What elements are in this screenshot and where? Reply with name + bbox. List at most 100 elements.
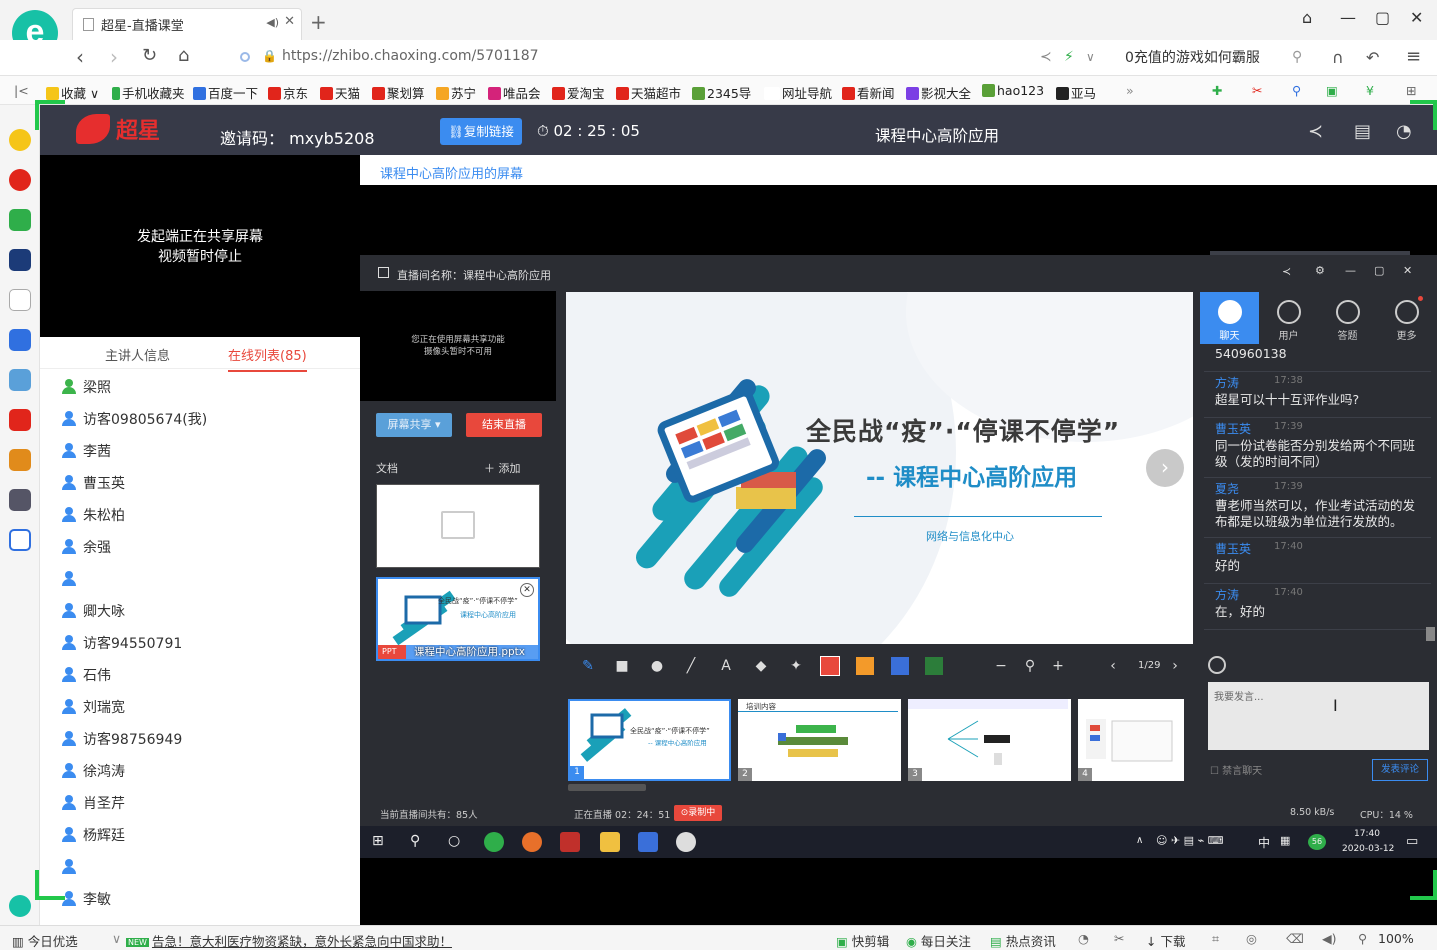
bookmark-item[interactable]: 亚马 xyxy=(1056,83,1096,102)
search-icon[interactable]: ⚲ xyxy=(410,833,420,849)
bookmark-item[interactable]: 爱淘宝 xyxy=(552,83,605,102)
news-ticker[interactable]: NEW 告急！意大利医疗物资紧缺，意外长紧急向中国求助！ xyxy=(126,931,452,950)
forward-button[interactable]: › xyxy=(110,45,118,69)
game2-icon[interactable] xyxy=(9,449,31,471)
browser-mode-icon[interactable]: ◎ xyxy=(1246,931,1257,946)
blank-whiteboard-doc[interactable] xyxy=(376,484,540,568)
file-icon[interactable]: ▤ xyxy=(1354,121,1371,142)
chevron-down-icon[interactable]: ∨ xyxy=(112,931,121,946)
minimize-icon[interactable]: — xyxy=(1345,264,1356,277)
firefox-icon[interactable] xyxy=(522,832,542,852)
skin-icon[interactable]: ⌂ xyxy=(1302,8,1312,27)
folder-icon[interactable] xyxy=(600,832,620,852)
gear-icon[interactable]: ⚙ xyxy=(1315,264,1325,277)
close-tab-icon[interactable]: ✕ xyxy=(284,14,295,29)
screenshot-icon[interactable]: ⌗ xyxy=(1212,931,1219,947)
app2-icon[interactable] xyxy=(676,832,696,852)
back-button[interactable]: ‹ xyxy=(76,45,84,69)
weibo-icon[interactable] xyxy=(9,169,31,191)
bookmark-item[interactable]: hao123 xyxy=(982,83,1044,98)
tab-answer[interactable]: 答题 xyxy=(1318,292,1377,344)
browser-tab[interactable]: 超星-直播课堂 ◀) ✕ xyxy=(72,8,302,40)
mute-chat-checkbox[interactable]: ☐ 禁言聊天 xyxy=(1210,762,1262,777)
bookmark-item[interactable]: 苏宁 xyxy=(436,83,476,102)
mail-icon[interactable] xyxy=(9,209,31,231)
bookmark-item[interactable]: 唯品会 xyxy=(488,83,541,102)
bookmark-item[interactable]: 百度一下 xyxy=(193,83,258,102)
tab-online-list[interactable]: 在线列表(85) xyxy=(228,345,307,372)
end-live-button[interactable]: 结束直播 xyxy=(466,413,542,437)
refresh-button[interactable]: ↻ xyxy=(142,45,157,66)
tray-expand-icon[interactable]: ∧ xyxy=(1136,835,1143,846)
download-link[interactable]: ↓ 下载 xyxy=(1146,931,1185,950)
close-icon[interactable]: ✕ xyxy=(1403,264,1412,277)
add-app-icon[interactable] xyxy=(9,895,31,917)
tab-chat[interactable]: 聊天 xyxy=(1200,292,1259,344)
close-icon[interactable]: ✕ xyxy=(520,583,534,597)
yuan-icon[interactable]: ¥ xyxy=(1366,83,1374,98)
clean-icon[interactable]: ⌫ xyxy=(1286,931,1304,946)
zoom-out-icon[interactable]: − xyxy=(993,658,1009,674)
search-ext-icon[interactable]: ⚲ xyxy=(1292,83,1301,98)
prev-page-icon[interactable]: ‹ xyxy=(1105,658,1121,674)
next-slide-button[interactable]: › xyxy=(1146,449,1184,487)
speed-icon[interactable]: ◔ xyxy=(1078,931,1089,946)
chat-input[interactable]: 我要发言... xyxy=(1208,682,1429,750)
bookmark-item[interactable]: 2345导 xyxy=(692,83,751,102)
bookmark-item[interactable]: 网址导航 xyxy=(764,83,832,102)
comment-icon[interactable]: ◔ xyxy=(1396,121,1412,142)
headset-icon[interactable]: ∩ xyxy=(1332,48,1344,67)
chat-sender[interactable]: 方涛 xyxy=(1215,586,1239,603)
browser-taskbar-icon[interactable] xyxy=(484,832,504,852)
eraser-icon[interactable]: ◆ xyxy=(753,658,769,674)
copy-link-button[interactable]: ⛓复制链接 xyxy=(440,118,522,145)
chat-sender[interactable]: 曹玉英 xyxy=(1215,540,1251,557)
hot-news-link[interactable]: ▤ 热点资讯 xyxy=(990,931,1056,950)
chat-sender[interactable]: 曹玉英 xyxy=(1215,420,1251,437)
game-icon[interactable]: ▣ xyxy=(1326,83,1338,98)
clear-icon[interactable]: ✦ xyxy=(788,658,804,674)
scissors-icon[interactable]: ✂ xyxy=(1252,83,1262,98)
xiaohongshu-icon[interactable] xyxy=(9,409,31,431)
volume-icon[interactable]: ◀) xyxy=(1322,931,1337,946)
slide-thumb[interactable]: 培训内容 2 xyxy=(738,699,901,781)
keyboard-icon[interactable]: ▦ xyxy=(1280,834,1290,847)
windows-start-icon[interactable]: ⊞ xyxy=(372,833,384,849)
next-page-icon[interactable]: › xyxy=(1167,658,1183,674)
zoom-icon[interactable]: ⚲ xyxy=(1358,931,1367,946)
news-app-icon[interactable] xyxy=(9,249,31,271)
zoom-level[interactable]: 100% xyxy=(1378,931,1414,946)
minimize-button[interactable]: — xyxy=(1340,8,1356,27)
maximize-icon[interactable]: ▢ xyxy=(1374,264,1384,277)
slide-thumb[interactable]: 4 xyxy=(1078,699,1184,781)
extension-icon[interactable]: ✚ xyxy=(1212,83,1222,98)
daily-focus-link[interactable]: ◉ 每日关注 xyxy=(906,931,971,950)
search-input[interactable]: 0充值的游戏如何霸服 xyxy=(1125,47,1260,67)
sidebar-toggle-icon[interactable]: |< xyxy=(14,83,29,98)
bookmark-item[interactable]: 天猫超市 xyxy=(616,83,681,102)
game3-icon[interactable] xyxy=(9,489,31,511)
share-icon[interactable]: ≺ xyxy=(1282,265,1291,278)
apps-icon[interactable]: ⊞ xyxy=(1406,83,1416,98)
bookmark-item[interactable]: 影视大全 xyxy=(906,83,971,102)
pdd-icon[interactable] xyxy=(9,529,31,551)
more-bookmarks-icon[interactable]: » xyxy=(1126,83,1134,98)
maximize-button[interactable]: ▢ xyxy=(1375,8,1390,27)
chevron-down-icon[interactable]: ∨ xyxy=(1086,50,1095,64)
slide-thumb[interactable]: 3 xyxy=(908,699,1071,781)
chat-sender[interactable]: 方涛 xyxy=(1215,374,1239,391)
screen-share-button[interactable]: 屏幕共享 ▾ xyxy=(376,413,452,437)
speaker-icon[interactable]: ◀) xyxy=(266,16,279,29)
menu-icon[interactable]: ≡ xyxy=(1406,46,1421,67)
app-icon[interactable] xyxy=(638,832,658,852)
tray-badge[interactable]: 56 xyxy=(1308,834,1326,850)
tab-presenter-info[interactable]: 主讲人信息 xyxy=(105,345,170,364)
rectangle-icon[interactable]: ■ xyxy=(614,658,630,674)
emoji-icon[interactable] xyxy=(1208,656,1226,674)
circle-icon[interactable]: ● xyxy=(649,658,665,674)
bookmark-item[interactable]: 天猫 xyxy=(320,83,360,102)
document-icon[interactable] xyxy=(9,289,31,311)
new-tab-button[interactable]: + xyxy=(310,10,327,34)
home-button[interactable]: ⌂ xyxy=(178,45,189,66)
share-icon[interactable]: ≺ xyxy=(1308,121,1323,142)
